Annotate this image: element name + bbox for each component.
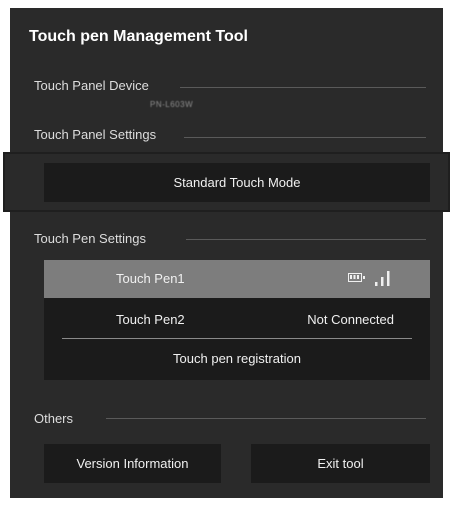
section-divider bbox=[106, 418, 426, 419]
section-divider bbox=[180, 87, 426, 88]
section-label-touch-panel-device: Touch Panel Device bbox=[34, 78, 149, 93]
touch-pen-row-1[interactable]: Touch Pen1 bbox=[44, 260, 430, 298]
standard-touch-mode-button[interactable]: Standard Touch Mode bbox=[44, 163, 430, 202]
touch-pen-name: Touch Pen1 bbox=[116, 271, 185, 286]
exit-tool-button[interactable]: Exit tool bbox=[251, 444, 430, 483]
section-divider bbox=[184, 137, 426, 138]
signal-strength-icon bbox=[375, 271, 390, 286]
touch-pen-row-2[interactable]: Touch Pen2 Not Connected bbox=[44, 301, 430, 339]
app-title: Touch pen Management Tool bbox=[29, 28, 248, 45]
touch-pen-status: Not Connected bbox=[307, 312, 394, 327]
section-label-others: Others bbox=[34, 411, 74, 426]
section-divider bbox=[186, 239, 426, 240]
section-label-touch-panel-settings: Touch Panel Settings bbox=[34, 127, 157, 142]
touch-pen-registration-button[interactable]: Touch pen registration bbox=[44, 339, 430, 377]
device-name: PN-L603W bbox=[150, 100, 194, 109]
touch-pen-name: Touch Pen2 bbox=[116, 312, 185, 327]
battery-icon bbox=[348, 273, 365, 282]
section-label-touch-pen-settings: Touch Pen Settings bbox=[34, 231, 147, 246]
version-information-button[interactable]: Version Information bbox=[44, 444, 221, 483]
